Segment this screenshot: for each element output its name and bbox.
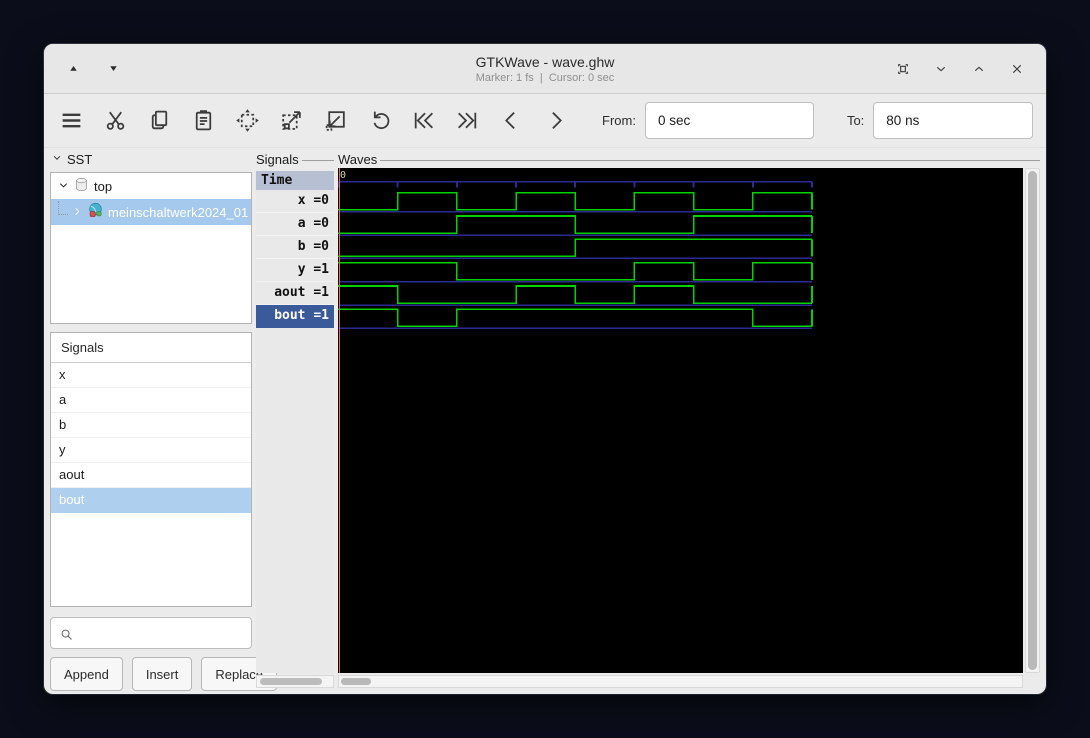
- signal-list-item[interactable]: a: [51, 388, 251, 413]
- signal-list-item[interactable]: y: [51, 438, 251, 463]
- wave-trace-bout: [338, 309, 812, 326]
- skip-to-end-icon[interactable]: [454, 107, 481, 134]
- undo-icon[interactable]: [366, 107, 393, 134]
- chevron-up-icon[interactable]: [970, 60, 988, 78]
- next-edge-icon[interactable]: [542, 107, 569, 134]
- copy-icon[interactable]: [146, 107, 173, 134]
- waves-vertical-scrollbar[interactable]: [1025, 168, 1040, 673]
- signal-list-item[interactable]: aout: [51, 463, 251, 488]
- append-button[interactable]: Append: [50, 657, 123, 691]
- titlebar-right-buttons: [614, 60, 1046, 78]
- to-label: To:: [847, 113, 864, 128]
- fullscreen-icon[interactable]: [894, 60, 912, 78]
- signal-value-row[interactable]: y =1: [256, 259, 334, 282]
- insert-button[interactable]: Insert: [132, 657, 193, 691]
- to-group: To:: [847, 102, 1033, 139]
- signals-frame-label: Signals: [256, 152, 299, 167]
- cut-icon[interactable]: [102, 107, 129, 134]
- scrollbar-thumb[interactable]: [341, 678, 371, 685]
- sst-panel: SST top meinschaltwerk2024_01: [50, 148, 252, 694]
- main-area: SST top meinschaltwerk2024_01: [44, 148, 1046, 694]
- hierarchy-tree: top meinschaltwerk2024_01: [50, 172, 252, 324]
- waves-frame-label: Waves: [338, 152, 377, 167]
- scrollbar-thumb[interactable]: [260, 678, 322, 685]
- window-title: GTKWave - wave.ghw: [476, 54, 615, 70]
- waveform-svg: 0: [338, 168, 1023, 673]
- frame-border-line: [380, 160, 1040, 161]
- sst-label: SST: [67, 152, 92, 167]
- tree-item-top[interactable]: top: [51, 173, 251, 199]
- paste-icon[interactable]: [190, 107, 217, 134]
- tree-item-label: meinschaltwerk2024_01: [108, 205, 248, 220]
- expander-down-icon: [52, 153, 64, 165]
- signal-name-list: Signals xabyaoutbout: [50, 332, 252, 607]
- sst-header[interactable]: SST: [52, 150, 252, 168]
- marker-cursor-status: Marker: 1 fs | Cursor: 0 sec: [476, 72, 615, 84]
- zoom-fit-icon[interactable]: [234, 107, 261, 134]
- chevron-down-icon[interactable]: [932, 60, 950, 78]
- from-group: From:: [602, 102, 814, 139]
- desktop-background: GTKWave - wave.ghw Marker: 1 fs | Cursor…: [0, 0, 1090, 738]
- skip-to-start-icon[interactable]: [410, 107, 437, 134]
- search-icon: [59, 627, 71, 639]
- zoom-in-icon[interactable]: [278, 107, 305, 134]
- wave-trace-x: [338, 193, 812, 210]
- signal-list-items: xabyaoutbout: [51, 363, 251, 513]
- gtkwave-window: GTKWave - wave.ghw Marker: 1 fs | Cursor…: [44, 44, 1046, 694]
- zoom-out-icon[interactable]: [322, 107, 349, 134]
- titlebar-center: GTKWave - wave.ghw Marker: 1 fs | Cursor…: [476, 54, 615, 84]
- signal-value-row[interactable]: b =0: [256, 236, 334, 259]
- toolbar-icon-group: [58, 107, 569, 134]
- expander-down-icon: [58, 179, 69, 194]
- signal-search-input[interactable]: [77, 626, 253, 641]
- signal-search-box[interactable]: [50, 617, 252, 649]
- expander-right-icon: [72, 205, 83, 220]
- menu-icon[interactable]: [58, 107, 85, 134]
- signals-frame-header: Signals: [256, 152, 334, 168]
- wave-trace-b: [338, 239, 812, 256]
- waves-frame-header: Waves: [338, 152, 1040, 168]
- signal-value-row[interactable]: x =0: [256, 190, 334, 213]
- waves-horizontal-scrollbar[interactable]: [338, 675, 1023, 688]
- signal-values-body: Time x =0a =0b =0y =1aout =1bout =1: [256, 171, 334, 673]
- tree-item-module[interactable]: meinschaltwerk2024_01: [51, 199, 251, 225]
- signal-value-row[interactable]: bout =1: [256, 305, 334, 328]
- signal-list-item[interactable]: x: [51, 363, 251, 388]
- signal-action-buttons: AppendInsertReplace: [50, 657, 252, 691]
- scrollbar-thumb[interactable]: [1028, 171, 1037, 670]
- wave-trace-y: [338, 263, 812, 280]
- archive-icon: [73, 176, 90, 196]
- titlebar-left-buttons: [44, 60, 476, 78]
- from-label: From:: [602, 113, 636, 128]
- titlebar: GTKWave - wave.ghw Marker: 1 fs | Cursor…: [44, 44, 1046, 94]
- time-header: Time: [256, 171, 334, 190]
- signal-list-item[interactable]: b: [51, 413, 251, 438]
- signal-list-item[interactable]: bout: [51, 488, 251, 513]
- triangle-up-icon[interactable]: [64, 60, 82, 78]
- signal-list-header: Signals: [51, 333, 251, 363]
- timeline-origin-label: 0: [340, 170, 346, 181]
- waves-grid: 0: [338, 168, 1040, 688]
- toolbar: From: To:: [44, 94, 1046, 148]
- prev-edge-icon[interactable]: [498, 107, 525, 134]
- waves-panel: Waves 0: [338, 148, 1040, 694]
- triangle-down-icon[interactable]: [104, 60, 122, 78]
- wave-trace-a: [338, 216, 812, 233]
- wave-canvas[interactable]: 0: [338, 168, 1023, 673]
- module-icon: [87, 202, 104, 222]
- wave-trace-aout: [338, 286, 812, 303]
- to-input[interactable]: [873, 102, 1033, 139]
- frame-border-line: [302, 160, 334, 161]
- tree-guide-line: [58, 201, 68, 215]
- values-horizontal-scrollbar[interactable]: [256, 675, 334, 688]
- tree-item-label: top: [94, 179, 112, 194]
- signal-value-row[interactable]: aout =1: [256, 282, 334, 305]
- signal-value-rows: x =0a =0b =0y =1aout =1bout =1: [256, 190, 334, 328]
- from-input[interactable]: [645, 102, 814, 139]
- close-icon[interactable]: [1008, 60, 1026, 78]
- signal-values-panel: Signals Time x =0a =0b =0y =1aout =1bout…: [256, 148, 334, 694]
- signal-value-row[interactable]: a =0: [256, 213, 334, 236]
